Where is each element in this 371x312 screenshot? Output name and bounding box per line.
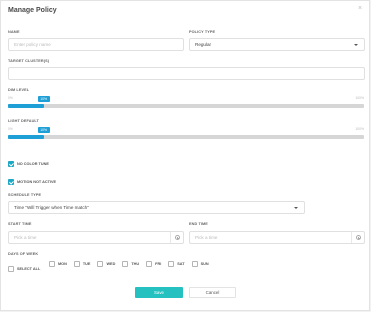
policy-name-input[interactable]: Enter policy name	[8, 38, 184, 51]
dim-level-slider[interactable]: 0% 10% 100%	[8, 96, 364, 110]
day-mon-label: MON	[58, 262, 67, 266]
checkbox-checked-icon	[8, 161, 14, 167]
schedule-type-value: Time "Will Trigger when Time match"	[14, 205, 89, 210]
clock-icon[interactable]	[170, 232, 183, 243]
day-fri-label: FRI	[155, 262, 162, 266]
motion-not-active-label: MOTION NOT ACTIVE	[17, 180, 57, 184]
dim-level-label: DIM LEVEL	[8, 88, 30, 92]
no-color-tune-label: NO COLOR TUNE	[17, 162, 49, 166]
select-all-checkbox[interactable]: SELECT ALL	[8, 266, 40, 272]
days-of-week-label: DAYS OF WEEK	[8, 252, 39, 256]
schedule-type-select[interactable]: Time "Will Trigger when Time match"	[8, 201, 305, 214]
end-time-placeholder: Pick a time	[195, 235, 218, 240]
dim-level-fill	[8, 104, 44, 108]
dim-level-track[interactable]	[8, 104, 364, 108]
clock-icon[interactable]	[351, 232, 364, 243]
manage-policy-dialog: Manage Policy × NAME Enter policy name P…	[0, 0, 370, 311]
day-sat-label: SAT	[177, 262, 185, 266]
end-time-label: END TIME	[189, 222, 208, 226]
light-default-fill	[8, 135, 44, 139]
dim-level-min: 0%	[8, 96, 13, 100]
policy-name-placeholder: Enter policy name	[14, 42, 51, 47]
chevron-down-icon	[354, 44, 358, 46]
checkbox-unchecked-icon	[8, 266, 14, 272]
light-default-value: 10%	[37, 127, 50, 133]
checkbox-unchecked-icon[interactable]	[122, 261, 129, 267]
motion-not-active-checkbox[interactable]: MOTION NOT ACTIVE	[8, 179, 56, 185]
days-checkbox-group: MON TUE WED THU FRI SAT SUN	[49, 261, 216, 267]
end-time-input[interactable]: Pick a time	[189, 231, 365, 244]
checkbox-unchecked-icon[interactable]	[168, 261, 175, 267]
light-default-max: 100%	[355, 127, 364, 131]
no-color-tune-checkbox[interactable]: NO COLOR TUNE	[8, 161, 49, 167]
light-default-track[interactable]	[8, 135, 364, 139]
schedule-type-label: SCHEDULE TYPE	[8, 193, 42, 197]
light-default-min: 0%	[8, 127, 13, 131]
checkbox-unchecked-icon[interactable]	[146, 261, 153, 267]
dim-level-value: 10%	[37, 96, 50, 102]
day-sun-label: SUN	[200, 262, 209, 266]
dim-level-max: 100%	[355, 96, 364, 100]
cancel-button[interactable]: Cancel	[189, 287, 236, 298]
policy-type-label: POLICY TYPE	[189, 30, 216, 34]
checkbox-unchecked-icon[interactable]	[97, 261, 104, 267]
policy-type-select[interactable]: Regular	[189, 38, 365, 51]
close-icon[interactable]: ×	[358, 5, 362, 12]
policy-type-value: Regular	[195, 42, 212, 47]
light-default-slider[interactable]: 0% 10% 100%	[8, 127, 364, 141]
target-clusters-input[interactable]	[8, 67, 365, 80]
light-default-label: LIGHT DEFAULT	[8, 119, 39, 123]
target-clusters-label: TARGET CLUSTER(S)	[8, 59, 50, 63]
checkbox-unchecked-icon[interactable]	[49, 261, 55, 267]
day-thu-label: THU	[131, 262, 140, 266]
select-all-label: SELECT ALL	[17, 267, 41, 271]
chevron-down-icon	[294, 207, 298, 209]
start-time-placeholder: Pick a time	[14, 235, 37, 240]
day-wed-label: WED	[106, 262, 116, 266]
start-time-label: START TIME	[8, 222, 32, 226]
start-time-input[interactable]: Pick a time	[8, 231, 184, 244]
checkbox-unchecked-icon[interactable]	[191, 261, 198, 267]
day-tue-label: TUE	[82, 262, 91, 266]
dialog-title: Manage Policy	[8, 7, 57, 14]
save-button[interactable]: Save	[135, 287, 183, 298]
checkbox-unchecked-icon[interactable]	[73, 261, 80, 267]
name-label: NAME	[8, 30, 20, 34]
checkbox-checked-icon	[8, 179, 14, 185]
